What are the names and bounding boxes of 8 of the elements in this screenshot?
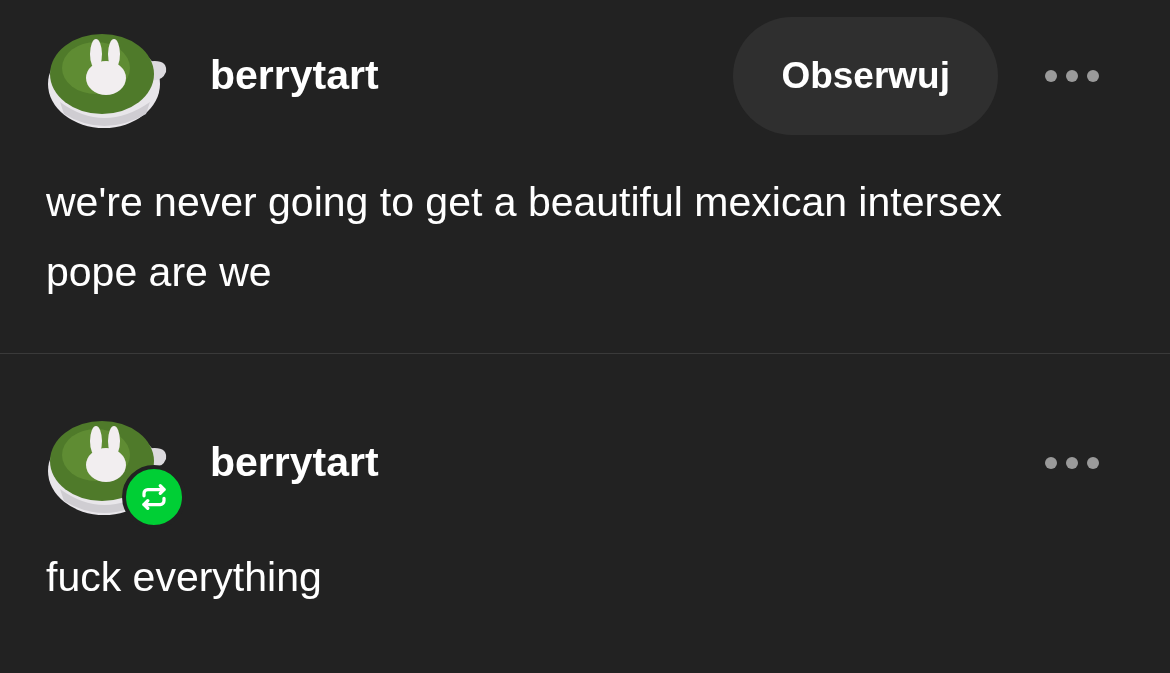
username[interactable]: berrytart [210,45,379,107]
reblog-icon [139,482,169,512]
follow-button[interactable]: Obserwuj [733,17,998,135]
username[interactable]: berrytart [210,432,379,494]
more-options-icon[interactable] [1044,456,1100,470]
post-text: fuck everything [46,553,323,602]
post-text: we're never going to get a beautiful mexican intersex pope are we [46,178,1003,297]
more-options-icon[interactable] [1044,69,1100,83]
